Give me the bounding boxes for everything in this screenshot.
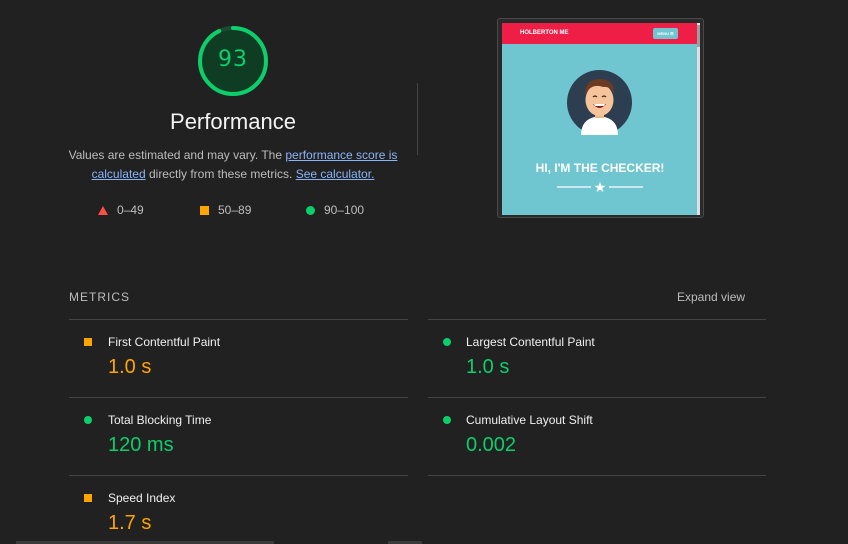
description-text: Values are estimated and may vary. The [68,148,286,162]
pass-circle-icon [443,338,451,346]
metric-value-fcp: 1.0 s [108,356,152,378]
screenshot-navbar: HOLBERTON ME MENU ☰ [502,23,700,44]
divider [69,397,408,398]
vertical-divider [417,83,418,155]
metric-value-lcp: 1.0 s [466,356,510,378]
legend-fail: 0–49 [98,203,144,219]
legend-pass: 90–100 [306,203,364,219]
legend-label: 90–100 [324,203,365,217]
metric-value-cls: 0.002 [466,434,517,456]
description-text-2: directly from these metrics. [145,167,296,181]
metric-name-fcp: First Contentful Paint [108,335,221,349]
metric-name-cls: Cumulative Layout Shift [466,413,593,427]
average-square-icon [84,494,92,502]
star-divider-icon [557,182,643,192]
metric-name-si: Speed Index [108,491,176,505]
circle-icon [306,206,315,216]
divider [69,475,408,476]
divider [428,319,766,320]
metric-name-lcp: Largest Contentful Paint [466,335,595,349]
category-title: Performance [170,109,296,134]
pass-circle-icon [443,416,451,424]
legend-average: 50–89 [200,203,251,219]
final-screenshot: HOLBERTON ME MENU ☰ HI, I'M THE CHECKER! [502,23,700,215]
expand-view-button[interactable]: Expand view [677,290,745,304]
avatar-icon [567,70,632,135]
metric-value-si: 1.7 s [108,512,152,534]
metrics-heading: METRICS [69,290,130,304]
metric-name-tbt: Total Blocking Time [108,413,212,427]
legend-label: 0–49 [117,203,144,217]
screenshot-scrollbar [697,23,700,215]
metric-value-tbt: 120 ms [108,434,174,456]
triangle-icon [98,206,108,216]
score-value: 93 [218,47,248,72]
screenshot-menu-button: MENU ☰ [653,28,678,39]
score-description: Values are estimated and may vary. The p… [60,146,406,184]
see-calculator-link[interactable]: See calculator. [296,167,375,181]
screenshot-brand: HOLBERTON ME [520,30,569,36]
pass-circle-icon [84,416,92,424]
square-icon [200,206,209,216]
divider [428,475,766,476]
average-square-icon [84,338,92,346]
legend-label: 50–89 [218,203,252,217]
divider [69,319,408,320]
screenshot-scroll-thumb [697,25,700,47]
divider [428,397,766,398]
screenshot-headline: HI, I'M THE CHECKER! [535,161,665,175]
